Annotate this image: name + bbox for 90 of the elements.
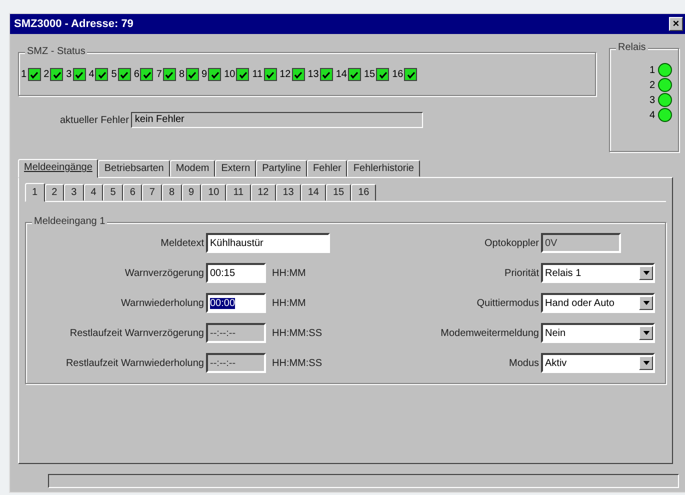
group-title: SMZ - Status <box>25 46 88 57</box>
checkbox[interactable] <box>50 68 64 81</box>
checkbox-label: 7 <box>156 69 162 80</box>
tab[interactable]: 6 <box>122 184 142 201</box>
checkbox-label: 2 <box>44 69 50 80</box>
checkbox-label: 11 <box>252 69 263 80</box>
checkbox[interactable] <box>186 68 198 81</box>
group-title: Meldeeingang 1 <box>32 216 108 227</box>
checkbox-label: 16 <box>392 69 404 80</box>
field-label: Quittiermodus <box>476 298 539 308</box>
checkbox-label: 13 <box>308 69 319 80</box>
unit-label: HH:MM:SS <box>272 328 322 338</box>
checkbox-label: 9 <box>202 69 208 80</box>
checkbox-label: 6 <box>134 69 140 80</box>
unit-label: HH:MM <box>272 268 306 278</box>
checkbox[interactable] <box>292 68 305 81</box>
unit-label: HH:MM <box>272 298 306 308</box>
checkbox-label: 14 <box>336 69 347 80</box>
field-label: Priorität <box>504 268 539 278</box>
tab[interactable]: 8 <box>162 184 182 201</box>
checkbox[interactable] <box>376 68 390 81</box>
tab[interactable]: Fehlerhistorie <box>347 160 420 177</box>
checkbox-label: 15 <box>364 69 376 80</box>
relais-label: 3 <box>649 94 655 106</box>
checkbox-label: 8 <box>178 69 184 80</box>
group-title: Relais <box>616 42 648 53</box>
dropdown[interactable]: Relais 1 <box>541 263 655 283</box>
checkbox-label: 4 <box>88 69 94 80</box>
text-field: 0V <box>541 233 621 253</box>
tab[interactable]: 12 <box>250 184 276 201</box>
text-field: --:--:-- <box>206 353 266 373</box>
checkbox[interactable] <box>72 68 86 81</box>
error-field: kein Fehler <box>130 112 423 128</box>
field-label: Warnverzögerung <box>124 268 204 278</box>
tab[interactable]: Betriebsarten <box>98 160 170 177</box>
checkbox[interactable] <box>208 68 222 81</box>
checkbox[interactable] <box>348 68 361 81</box>
close-button[interactable]: × <box>669 17 683 31</box>
tab[interactable]: 3 <box>64 184 84 201</box>
tab[interactable]: 11 <box>226 184 251 201</box>
tab[interactable]: 10 <box>201 184 226 201</box>
tab[interactable]: 9 <box>182 184 202 201</box>
field-label: Optokoppler <box>484 238 539 248</box>
checkbox[interactable] <box>404 68 418 81</box>
tab[interactable]: 2 <box>44 184 64 201</box>
field-label: Warnwiederholung <box>120 298 204 308</box>
relais-label: 1 <box>649 64 655 76</box>
unit-label: HH:MM:SS <box>272 358 322 368</box>
checkbox[interactable] <box>140 68 154 81</box>
tab[interactable]: 13 <box>276 184 301 201</box>
tab[interactable]: Modem <box>170 160 216 177</box>
tab[interactable]: Fehler <box>307 160 348 177</box>
tab[interactable]: 1 <box>25 183 45 202</box>
checkbox[interactable] <box>162 68 176 81</box>
tab[interactable]: Meldeeingänge <box>18 159 98 178</box>
checkbox[interactable] <box>95 68 108 81</box>
checkbox[interactable] <box>264 68 277 81</box>
field-label: Meldetext <box>160 238 204 248</box>
field-label: Restlaufzeit Warnwiederholung <box>64 358 204 368</box>
dropdown[interactable]: Aktiv <box>541 353 655 373</box>
tab[interactable]: Partyline <box>256 160 308 177</box>
field-label: Modemweitermeldung <box>440 328 539 338</box>
dropdown[interactable]: Hand oder Auto <box>541 293 655 313</box>
text-field[interactable]: Kühlhaustür <box>206 233 330 253</box>
checkbox[interactable] <box>320 68 333 81</box>
field-label: Restlaufzeit Warnverzögerung <box>68 328 204 338</box>
checkbox-label: 3 <box>66 69 72 80</box>
tab[interactable]: Extern <box>215 160 256 177</box>
checkbox-label: 12 <box>280 69 291 80</box>
checkbox[interactable] <box>236 68 250 81</box>
field-label: Modus <box>508 358 539 368</box>
checkbox[interactable] <box>118 68 131 81</box>
relais-label: 2 <box>649 80 655 90</box>
tab[interactable]: 7 <box>142 184 162 201</box>
tab[interactable]: 16 <box>351 184 376 201</box>
dropdown[interactable]: Nein <box>541 323 655 343</box>
text-field: --:--:-- <box>206 323 266 343</box>
text-field[interactable]: 00:15 <box>206 263 266 283</box>
field-label: aktueller Fehler <box>60 114 129 126</box>
checkbox-label: 10 <box>224 69 236 80</box>
tab[interactable]: 4 <box>84 184 104 201</box>
text-field[interactable]: 00:00 <box>206 293 266 313</box>
tab[interactable]: 15 <box>326 184 352 201</box>
checkbox[interactable] <box>28 68 41 81</box>
tab[interactable]: 5 <box>103 184 123 201</box>
relais-label: 4 <box>649 110 655 120</box>
checkbox-label: 1 <box>21 69 27 80</box>
checkbox-label: 5 <box>111 69 117 80</box>
window-title: SMZ3000 - Adresse: 79 <box>14 18 134 30</box>
tab[interactable]: 14 <box>300 184 326 201</box>
